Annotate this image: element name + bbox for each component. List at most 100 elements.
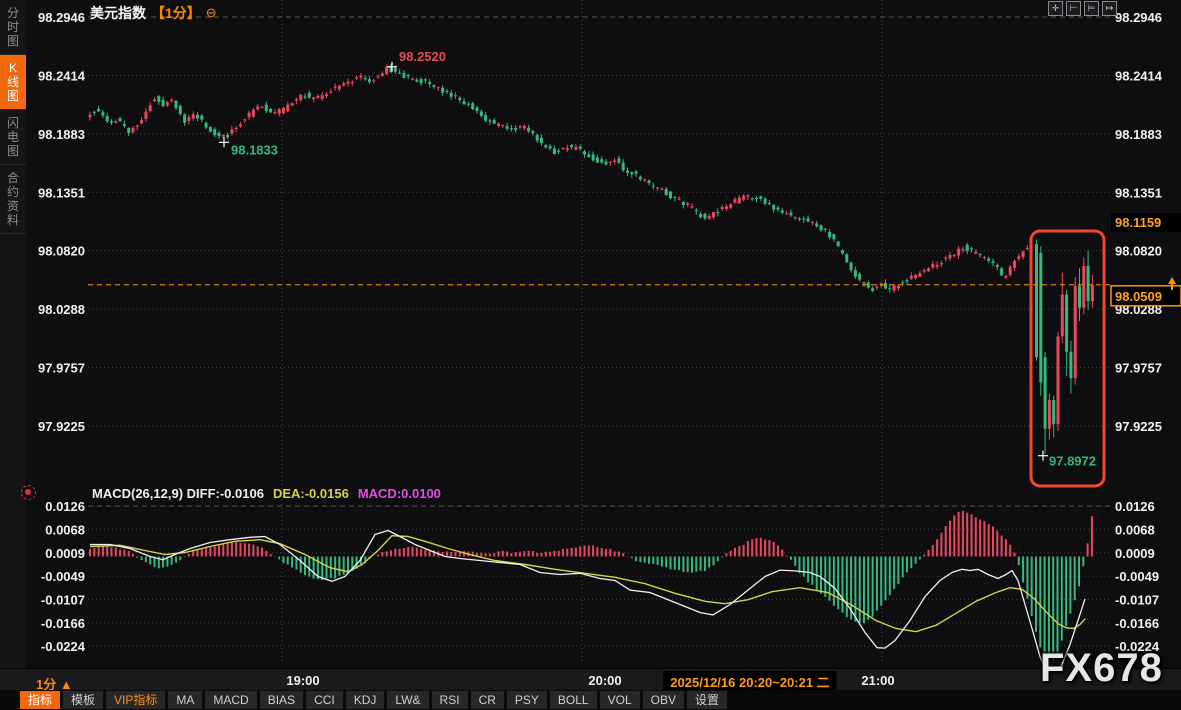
candle-body (699, 214, 702, 217)
dea-line (90, 536, 1085, 632)
candle-body (144, 112, 147, 119)
candle-body (768, 203, 771, 204)
candle-body (596, 157, 599, 162)
candle-body (966, 245, 969, 252)
x-axis-scale-icon[interactable]: ⊨ (1084, 1, 1099, 16)
app-root: 分 时 图K 线 图闪 电 图合 约 资 料 美元指数 【1分】 ⊖ ✛⊢⊨↦ … (0, 0, 1181, 710)
toolbar-button-BIAS[interactable]: BIAS (260, 691, 303, 709)
candle-body (149, 105, 152, 111)
candle-body (914, 275, 917, 278)
macd-dea-value: DEA:-0.0156 (273, 486, 349, 501)
candle-body (433, 85, 436, 87)
candle-body (789, 213, 792, 216)
candle-body (613, 161, 616, 162)
candle-body (884, 283, 887, 288)
chart-canvas[interactable]: 98.294698.294698.241498.241498.188398.18… (0, 0, 1181, 710)
candle-body (235, 128, 238, 129)
candle-body (785, 213, 788, 214)
toolbar-button-LW&[interactable]: LW& (387, 691, 428, 709)
price-axis-label-right: 98.0820 (1115, 244, 1162, 259)
candle-body (222, 135, 225, 137)
candle-body (136, 126, 139, 127)
candle-body (450, 93, 453, 97)
candle-body (798, 218, 801, 219)
toolbar-button-CR[interactable]: CR (471, 691, 504, 709)
sidebar-tab-2[interactable]: K 线 图 (0, 55, 26, 110)
toolbar-button-VOL[interactable]: VOL (600, 691, 640, 709)
candle-body (648, 180, 651, 183)
candle-body (385, 67, 388, 74)
candle-body (200, 116, 203, 120)
macd-axis-label-left: -0.0049 (41, 569, 85, 584)
candle-body (531, 131, 534, 133)
candle-body (721, 207, 724, 209)
indicator-toolbar: 指标模板VIP指标MAMACDBIASCCIKDJLW&RSICRPSYBOLL… (20, 691, 727, 709)
candle-body (368, 79, 371, 82)
candle-body (1000, 268, 1003, 275)
price-axis-label-left: 98.1883 (38, 127, 85, 142)
candle-body (445, 91, 448, 92)
candle-body (93, 112, 96, 113)
candle-body (119, 118, 122, 121)
toolbar-button-MA[interactable]: MA (168, 691, 202, 709)
candle-body (342, 83, 345, 85)
candle-body (196, 115, 199, 119)
candle-body (140, 120, 143, 123)
candle-body (583, 151, 586, 154)
candle-body (931, 264, 934, 268)
toolbar-button-VIP指标[interactable]: VIP指标 (106, 691, 165, 709)
toolbar-button-MACD[interactable]: MACD (205, 691, 256, 709)
candle-body (114, 121, 117, 122)
candle-body (359, 76, 362, 78)
red-beacon-icon (21, 485, 36, 500)
candle-body (175, 101, 178, 108)
candle-body (1069, 352, 1072, 378)
candle-body (927, 268, 930, 271)
candle-body (467, 104, 470, 105)
candle-body (992, 261, 995, 263)
move-icon[interactable]: ✛ (1048, 1, 1063, 16)
candle-body (863, 282, 866, 283)
sidebar-tab-4[interactable]: 合 约 资 料 (0, 165, 26, 234)
toolbar-button-KDJ[interactable]: KDJ (346, 691, 385, 709)
candle-body (454, 95, 457, 96)
time-axis-band: 1分 ▲ 2025/12/16 20:20~20:21 二 19:0020:00… (0, 668, 1181, 691)
candle-body (858, 274, 861, 280)
candle-body (656, 188, 659, 189)
session-high-label: 98.2520 (399, 49, 446, 64)
price-axis-label-left: 97.9757 (38, 360, 85, 375)
toolbar-button-BOLL[interactable]: BOLL (550, 691, 597, 709)
candle-body (424, 79, 427, 80)
toolbar-button-CCI[interactable]: CCI (306, 691, 343, 709)
candle-body (703, 214, 706, 219)
reset-view-icon[interactable]: ↦ (1102, 1, 1117, 16)
y-axis-scale-icon[interactable]: ⊢ (1066, 1, 1081, 16)
time-tick-label: 19:00 (286, 673, 319, 688)
sidebar-tab-3[interactable]: 闪 电 图 (0, 110, 26, 165)
candle-body (162, 100, 165, 106)
candle-body (1009, 267, 1012, 275)
candle-body (695, 210, 698, 211)
candle-body (321, 95, 324, 99)
candle-body (802, 219, 805, 220)
candle-body (738, 198, 741, 204)
toolbar-button-settings[interactable]: 设置 (687, 691, 727, 709)
early-low-label: 98.1833 (231, 142, 278, 157)
toolbar-button-PSY[interactable]: PSY (507, 691, 547, 709)
candle-body (179, 106, 182, 114)
candle-body (205, 123, 208, 128)
candle-body (759, 196, 762, 198)
candle-body (639, 177, 642, 180)
candle-body (1048, 400, 1051, 429)
candle-body (678, 198, 681, 199)
toolbar-button-OBV[interactable]: OBV (643, 691, 684, 709)
macd-axis-label-left: 0.0009 (45, 546, 85, 561)
collapse-icon[interactable]: ⊖ (206, 5, 217, 21)
candle-body (209, 127, 212, 132)
toolbar-button-指标[interactable]: 指标 (20, 691, 60, 709)
toolbar-button-模板[interactable]: 模板 (63, 691, 103, 709)
toolbar-button-RSI[interactable]: RSI (432, 691, 468, 709)
current-price-label: 98.0509 (1115, 289, 1162, 304)
sidebar-tab-1[interactable]: 分 时 图 (0, 0, 26, 55)
candle-body (347, 82, 350, 84)
